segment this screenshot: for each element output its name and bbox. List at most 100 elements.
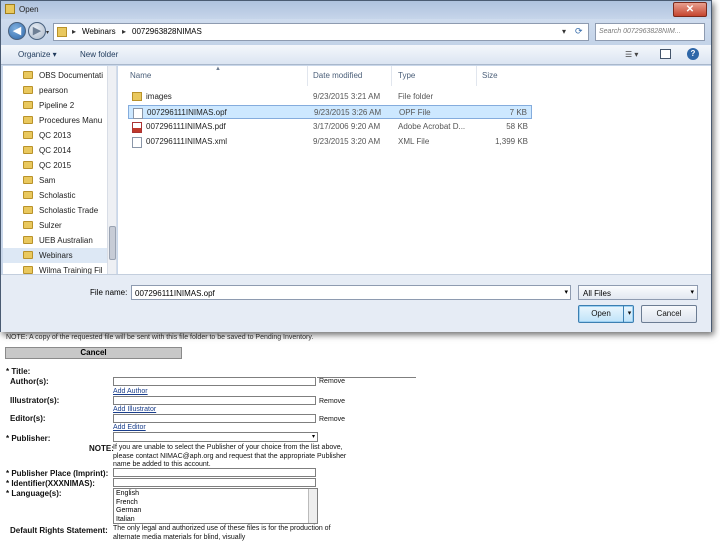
scrollbar-thumb[interactable]: [109, 226, 116, 260]
file-name: 007296111INIMAS.pdf: [146, 122, 226, 131]
search-input[interactable]: Search 0072963828NIM...: [595, 23, 705, 41]
sidebar-item[interactable]: Procedures Manu: [3, 113, 107, 128]
back-arrow-icon: ◀: [12, 25, 22, 37]
add-editor-link[interactable]: Add Editor: [113, 424, 146, 431]
sidebar-item[interactable]: Wilma Training Fil: [3, 263, 107, 274]
help-icon[interactable]: ?: [687, 48, 699, 60]
sidebar-item[interactable]: UEB Australian: [3, 233, 107, 248]
editor-remove-link[interactable]: Remove: [319, 416, 345, 423]
cancel-button[interactable]: Cancel: [641, 305, 697, 323]
author-remove-link[interactable]: Remove: [319, 378, 345, 385]
file-size: 1,399 KB: [495, 137, 528, 146]
sidebar-item[interactable]: pearson: [3, 83, 107, 98]
add-illustrator-link[interactable]: Add Illustrator: [113, 406, 156, 413]
file-row[interactable]: 007296111INIMAS.pdf 3/17/2006 9:20 AM Adob…: [128, 120, 532, 134]
sidebar-item-label: QC 2015: [39, 161, 72, 170]
dialog-titlebar: Open ✕: [1, 1, 711, 19]
publisher-select[interactable]: ▾: [113, 432, 318, 442]
sidebar-item[interactable]: Scholastic Trade: [3, 203, 107, 218]
sidebar-item-label: Sulzer: [39, 221, 62, 230]
breadcrumb-current-folder[interactable]: 0072963828NIMAS: [132, 27, 202, 36]
language-option[interactable]: German: [116, 507, 141, 516]
file-type: Adobe Acrobat D...: [398, 122, 466, 131]
forward-button[interactable]: ▶: [28, 22, 46, 40]
file-date: 9/23/2015 3:21 AM: [313, 92, 381, 101]
language-scrollbar[interactable]: [308, 489, 317, 523]
filename-label: File name:: [90, 288, 128, 297]
navigation-pane: OBS Documentati pearson Pipeline 2 Procedur…: [3, 66, 117, 274]
sidebar-item[interactable]: Sam: [3, 173, 107, 188]
chevron-down-icon: ▾: [690, 289, 694, 296]
language-option[interactable]: French: [116, 499, 141, 508]
sidebar-item[interactable]: Sulzer: [3, 218, 107, 233]
open-button-label: Open: [591, 309, 611, 318]
filename-input[interactable]: 007296111INIMAS.opf ▾: [131, 285, 571, 300]
chevron-down-icon[interactable]: ▾: [564, 288, 568, 296]
navigation-scrollbar[interactable]: [107, 66, 116, 274]
sidebar-item[interactable]: Pipeline 2: [3, 98, 107, 113]
back-button[interactable]: ◀: [8, 22, 26, 40]
recent-locations-chevron-icon[interactable]: ▾: [46, 29, 49, 36]
forward-arrow-icon: ▶: [32, 25, 42, 37]
folder-icon: [132, 92, 142, 101]
folder-icon: [23, 71, 33, 79]
author-input[interactable]: [113, 377, 316, 386]
authors-label: Author(s):: [10, 377, 49, 386]
folder-icon: [23, 221, 33, 229]
file-size: 7 KB: [509, 108, 527, 117]
file-size: 58 KB: [506, 122, 528, 131]
sidebar-item-label: QC 2013: [39, 131, 72, 140]
address-dropdown-icon[interactable]: ▾: [562, 27, 566, 36]
editor-input[interactable]: [113, 414, 316, 423]
sidebar-item[interactable]: OBS Documentati: [3, 68, 107, 83]
column-header-date[interactable]: Date modified: [313, 71, 362, 80]
open-button[interactable]: Open ▾: [578, 305, 634, 323]
new-folder-button[interactable]: New folder: [80, 50, 118, 59]
organize-button[interactable]: Organize ▾: [18, 50, 57, 59]
sidebar-item-label: Webinars: [39, 251, 73, 260]
folder-icon: [57, 27, 67, 37]
language-option[interactable]: Italian: [116, 516, 141, 524]
sidebar-item[interactable]: QC 2015: [3, 158, 107, 173]
form-cancel-button[interactable]: Cancel: [5, 347, 182, 359]
refresh-icon[interactable]: ⟳: [575, 26, 583, 37]
file-name: 007296111INIMAS.xml: [146, 137, 228, 146]
file-type-value: All Files: [583, 289, 612, 298]
file-type-select[interactable]: All Files ▾: [578, 285, 698, 300]
file-row[interactable]: 007296111INIMAS.xml 9/23/2015 3:20 AM XML …: [128, 135, 532, 149]
language-option[interactable]: English: [116, 490, 141, 499]
identifier-input[interactable]: [113, 478, 316, 487]
illustrator-input[interactable]: [113, 396, 316, 405]
views-icon[interactable]: ☰ ▾: [625, 50, 638, 59]
address-bar[interactable]: ▸ Webinars ▸ 0072963828NIMAS ▾ ⟳: [53, 23, 589, 41]
sidebar-item[interactable]: QC 2013: [3, 128, 107, 143]
column-header-type[interactable]: Type: [398, 71, 415, 80]
file-row[interactable]: images 9/23/2015 3:21 AM File folder: [128, 90, 532, 104]
open-options-chevron-icon[interactable]: ▾: [625, 306, 634, 322]
app-icon: [5, 4, 15, 14]
sidebar-item-label: pearson: [39, 86, 68, 95]
add-author-link[interactable]: Add Author: [113, 388, 148, 395]
publisher-place-input[interactable]: [113, 468, 316, 477]
breadcrumb-webinars[interactable]: Webinars: [82, 27, 116, 36]
close-icon: ✕: [685, 4, 695, 15]
column-header-name[interactable]: Name: [130, 71, 151, 80]
preview-pane-icon[interactable]: [660, 49, 671, 59]
sidebar-item[interactable]: Scholastic: [3, 188, 107, 203]
file-row[interactable]: 007296111INIMAS.opf 9/23/2015 3:26 AM OPF …: [128, 105, 532, 119]
sidebar-item[interactable]: QC 2014: [3, 143, 107, 158]
folder-icon: [23, 101, 33, 109]
folder-icon: [23, 206, 33, 214]
title-field-line: [317, 377, 416, 378]
pdf-icon: [132, 122, 142, 133]
folder-icon: [23, 266, 33, 274]
language-listbox[interactable]: English French German Italian: [113, 488, 318, 524]
column-header-size[interactable]: Size: [482, 71, 498, 80]
chevron-down-icon: ▾: [311, 434, 315, 440]
illustrator-remove-link[interactable]: Remove: [319, 398, 345, 405]
publisher-note: If you are unable to select the Publishe…: [113, 444, 347, 468]
folder-icon: [23, 86, 33, 94]
dialog-footer: File name: 007296111INIMAS.opf ▾ All Fil…: [1, 274, 711, 332]
close-button[interactable]: ✕: [673, 2, 707, 17]
sidebar-item[interactable]: Webinars: [3, 248, 107, 263]
